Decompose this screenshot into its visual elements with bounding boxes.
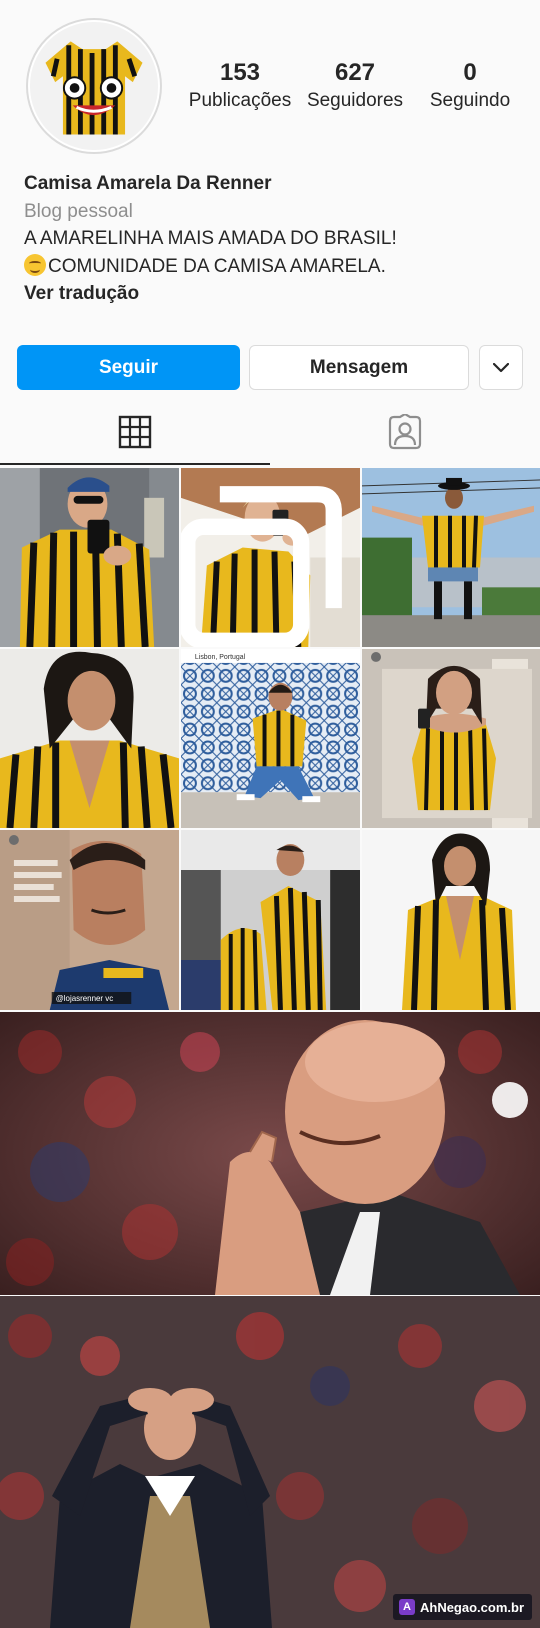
grid-icon bbox=[118, 415, 152, 449]
posts-grid: Lisbon, Portugal @lojasrenner vc bbox=[0, 468, 540, 1010]
bio-line-2-row: COMUNIDADE DA CAMISA AMARELA. bbox=[24, 253, 524, 281]
post-image bbox=[0, 468, 179, 647]
stat-followers[interactable]: 627 Seguidores bbox=[300, 58, 410, 114]
stat-posts[interactable]: 153 Publicações bbox=[185, 58, 295, 114]
post-image bbox=[362, 468, 540, 647]
stat-following-count: 0 bbox=[463, 59, 477, 86]
post-thumbnail[interactable] bbox=[0, 649, 179, 828]
profile-avatar[interactable] bbox=[26, 18, 162, 154]
post-thumbnail[interactable] bbox=[362, 830, 540, 1010]
stat-followers-count: 627 bbox=[334, 59, 376, 86]
post-thumbnail[interactable]: Lisbon, Portugal bbox=[181, 649, 360, 828]
photo-image bbox=[0, 1296, 540, 1628]
reaction-photo-shocked: A AhNegao.com.br bbox=[0, 1296, 540, 1628]
post-thumbnail[interactable]: @lojasrenner vc bbox=[0, 830, 179, 1010]
profile-header: 153 Publicações 627 Seguidores 0 Seguind… bbox=[0, 0, 540, 160]
watermark-text: AhNegao.com.br bbox=[419, 1599, 524, 1615]
active-tab-indicator bbox=[0, 463, 270, 465]
chevron-down-icon bbox=[493, 362, 509, 372]
post-location-label: Lisbon, Portugal bbox=[195, 654, 246, 661]
post-image bbox=[362, 830, 540, 1010]
post-thumbnail[interactable] bbox=[181, 468, 360, 647]
photo-image bbox=[0, 1012, 540, 1295]
stat-posts-label: Publicações bbox=[188, 90, 292, 111]
post-image bbox=[362, 649, 540, 828]
reaction-photo-hopeful bbox=[0, 1012, 540, 1295]
post-thumbnail[interactable] bbox=[181, 830, 360, 1010]
profile-stats: 153 Publicações 627 Seguidores 0 Seguind… bbox=[185, 58, 525, 114]
site-logo-icon: A bbox=[398, 1599, 415, 1615]
post-image bbox=[181, 830, 360, 1010]
profile-tabs bbox=[0, 398, 540, 466]
multiple-posts-icon bbox=[181, 486, 342, 647]
suggestions-dropdown-button[interactable] bbox=[479, 345, 523, 390]
stat-following-label: Seguindo bbox=[429, 90, 511, 111]
stat-followers-label: Seguidores bbox=[306, 90, 404, 111]
bio-line-2: COMUNIDADE DA CAMISA AMARELA. bbox=[48, 255, 386, 277]
post-image: Lisbon, Portugal bbox=[181, 649, 360, 828]
post-tag-text: @lojasrenner vc bbox=[56, 994, 114, 1003]
tab-posts-grid[interactable] bbox=[0, 398, 270, 466]
stat-posts-count: 153 bbox=[219, 59, 261, 86]
post-thumbnail[interactable] bbox=[0, 468, 179, 647]
tab-tagged[interactable] bbox=[270, 398, 540, 466]
profile-category: Blog pessoal bbox=[24, 200, 133, 222]
follow-button[interactable]: Seguir bbox=[17, 345, 240, 390]
profile-name: Camisa Amarela Da Renner bbox=[24, 173, 272, 194]
tagged-person-icon bbox=[388, 414, 422, 450]
smiling-emoji-icon bbox=[24, 253, 46, 276]
site-watermark: A AhNegao.com.br bbox=[392, 1594, 532, 1620]
post-thumbnail[interactable] bbox=[362, 468, 540, 647]
stat-following[interactable]: 0 Seguindo bbox=[415, 58, 525, 114]
post-image: @lojasrenner vc bbox=[0, 830, 179, 1010]
post-thumbnail[interactable] bbox=[362, 649, 540, 828]
post-image bbox=[0, 649, 179, 828]
see-translation-link[interactable]: Ver tradução bbox=[24, 280, 524, 308]
message-button[interactable]: Mensagem bbox=[249, 345, 469, 390]
bio-line-1: A AMARELINHA MAIS AMADA DO BRASIL! bbox=[24, 228, 397, 249]
profile-bio: Camisa Amarela Da Renner Blog pessoal A … bbox=[24, 170, 524, 308]
profile-actions: Seguir Mensagem bbox=[17, 345, 523, 390]
